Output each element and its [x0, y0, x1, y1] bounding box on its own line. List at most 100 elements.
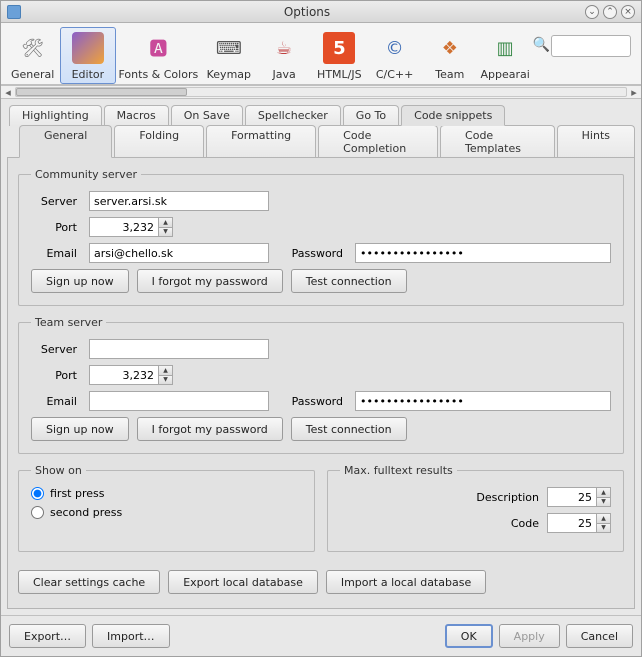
spin-down-icon[interactable]: ▼: [597, 524, 610, 533]
spin-up-icon[interactable]: ▲: [597, 514, 610, 524]
community-server-group: Community server Server Port ▲▼ Email Pa…: [18, 168, 624, 306]
import-local-database-button[interactable]: Import a local database: [326, 570, 486, 594]
spin-up-icon[interactable]: ▲: [597, 488, 610, 498]
show-on-legend: Show on: [31, 464, 86, 477]
password-label: Password: [277, 395, 347, 408]
tab-folding[interactable]: Folding: [114, 125, 204, 158]
category-label: C/C++: [376, 68, 414, 81]
email-label: Email: [31, 247, 81, 260]
scroll-left-icon[interactable]: ◂: [1, 86, 15, 99]
category-label: Java: [272, 68, 295, 81]
category-label: Team: [435, 68, 464, 81]
category-label: Fonts & Colors: [119, 68, 199, 81]
tab-hints[interactable]: Hints: [557, 125, 635, 158]
show-on-group: Show on first press second press: [18, 464, 315, 552]
email-label: Email: [31, 395, 81, 408]
spin-down-icon[interactable]: ▼: [159, 376, 172, 385]
clear-settings-cache-button[interactable]: Clear settings cache: [18, 570, 160, 594]
first-press-label: first press: [50, 487, 104, 500]
tab-code-completion[interactable]: Code Completion: [318, 125, 438, 158]
community-password-input[interactable]: [355, 243, 611, 263]
window-title: Options: [29, 5, 585, 19]
category-fonts-colors[interactable]: 🅰 Fonts & Colors: [116, 27, 202, 84]
tab-general[interactable]: General: [19, 125, 112, 158]
spin-up-icon[interactable]: ▲: [159, 218, 172, 228]
category-java[interactable]: ☕ Java: [256, 27, 311, 84]
app-icon: [7, 5, 21, 19]
maximize-icon[interactable]: ⌃: [603, 5, 617, 19]
search-input[interactable]: [551, 35, 631, 57]
tab-macros[interactable]: Macros: [104, 105, 169, 126]
port-label: Port: [31, 369, 81, 382]
category-label: General: [11, 68, 54, 81]
tab-spellchecker[interactable]: Spellchecker: [245, 105, 341, 126]
password-label: Password: [277, 247, 347, 260]
category-label: HTML/JS: [317, 68, 362, 81]
wrench-icon: 🛠: [17, 32, 49, 64]
team-test-button[interactable]: Test connection: [291, 417, 407, 441]
team-server-group: Team server Server Port ▲▼ Email Passwor…: [18, 316, 624, 454]
tab-highlighting[interactable]: Highlighting: [9, 105, 102, 126]
tab-code-templates[interactable]: Code Templates: [440, 125, 555, 158]
team-email-input[interactable]: [89, 391, 269, 411]
tab-code-snippets[interactable]: Code snippets: [401, 105, 505, 126]
team-forgot-button[interactable]: I forgot my password: [137, 417, 283, 441]
tab-go-to[interactable]: Go To: [343, 105, 399, 126]
second-press-label: second press: [50, 506, 122, 519]
community-server-input[interactable]: [89, 191, 269, 211]
settings-panel: Community server Server Port ▲▼ Email Pa…: [7, 157, 635, 609]
ok-button[interactable]: OK: [445, 624, 493, 648]
category-c-cpp[interactable]: © C/C++: [367, 27, 422, 84]
html5-icon: 5: [323, 32, 355, 64]
team-server-input[interactable]: [89, 339, 269, 359]
community-email-input[interactable]: [89, 243, 269, 263]
tab-row-second: General Folding Formatting Code Completi…: [7, 125, 635, 158]
category-keymap[interactable]: ⌨ Keymap: [201, 27, 256, 84]
scroll-thumb[interactable]: [16, 88, 187, 96]
code-label: Code: [340, 517, 539, 530]
spin-down-icon[interactable]: ▼: [597, 498, 610, 507]
server-label: Server: [31, 195, 81, 208]
port-label: Port: [31, 221, 81, 234]
category-html-js[interactable]: 5 HTML/JS: [312, 27, 367, 84]
cubes-icon: ❖: [434, 32, 466, 64]
team-port-input[interactable]: [89, 365, 159, 385]
search-icon: 🔍: [533, 27, 551, 53]
team-password-input[interactable]: [355, 391, 611, 411]
second-press-radio[interactable]: [31, 506, 44, 519]
spin-up-icon[interactable]: ▲: [159, 366, 172, 376]
team-legend: Team server: [31, 316, 106, 329]
category-appearance[interactable]: ▥ Appearai: [477, 27, 532, 84]
toolbar-scrollbar[interactable]: ◂ ▸: [1, 85, 641, 99]
community-test-button[interactable]: Test connection: [291, 269, 407, 293]
minimize-icon[interactable]: ⌄: [585, 5, 599, 19]
code-spinner[interactable]: [547, 513, 597, 533]
community-port-input[interactable]: [89, 217, 159, 237]
export-local-database-button[interactable]: Export local database: [168, 570, 318, 594]
close-icon[interactable]: ×: [621, 5, 635, 19]
first-press-radio[interactable]: [31, 487, 44, 500]
team-signup-button[interactable]: Sign up now: [31, 417, 129, 441]
community-legend: Community server: [31, 168, 141, 181]
export-button[interactable]: Export…: [9, 624, 86, 648]
category-toolbar: 🛠 General Editor 🅰 Fonts & Colors ⌨ Keym…: [1, 23, 641, 85]
cancel-button[interactable]: Cancel: [566, 624, 633, 648]
community-signup-button[interactable]: Sign up now: [31, 269, 129, 293]
tab-row-top: Highlighting Macros On Save Spellchecker…: [7, 105, 635, 126]
category-general[interactable]: 🛠 General: [5, 27, 60, 84]
spin-down-icon[interactable]: ▼: [159, 228, 172, 237]
import-button[interactable]: Import…: [92, 624, 170, 648]
community-forgot-button[interactable]: I forgot my password: [137, 269, 283, 293]
keyboard-icon: ⌨: [213, 32, 245, 64]
apply-button[interactable]: Apply: [499, 624, 560, 648]
fulltext-group: Max. fulltext results Description ▲▼ Cod…: [327, 464, 624, 552]
category-team[interactable]: ❖ Team: [422, 27, 477, 84]
scroll-track[interactable]: [15, 87, 627, 97]
c-icon: ©: [379, 32, 411, 64]
tab-formatting[interactable]: Formatting: [206, 125, 316, 158]
tab-on-save[interactable]: On Save: [171, 105, 243, 126]
description-spinner[interactable]: [547, 487, 597, 507]
category-editor[interactable]: Editor: [60, 27, 115, 84]
fulltext-legend: Max. fulltext results: [340, 464, 457, 477]
scroll-right-icon[interactable]: ▸: [627, 86, 641, 99]
